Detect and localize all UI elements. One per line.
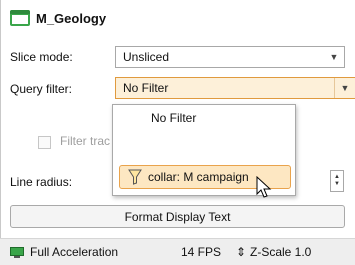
spin-up-icon[interactable]: ▲ [334, 174, 340, 181]
query-filter-label: Query filter: [10, 82, 73, 96]
slice-mode-select[interactable]: Unsliced ▼ [115, 46, 345, 68]
query-filter-select[interactable]: No Filter ▼ [115, 77, 355, 99]
title-row: M_Geology [10, 6, 106, 30]
line-radius-spinner[interactable]: ▲ ▼ [330, 170, 344, 192]
object-title: M_Geology [36, 10, 107, 26]
chevron-down-icon: ▼ [329, 52, 339, 62]
dropdown-option-no-filter[interactable]: No Filter [151, 111, 196, 125]
line-radius-label: Line radius: [10, 175, 73, 189]
z-scale-value[interactable]: Z-Scale 1.0 [250, 245, 311, 259]
green-folder-icon [10, 10, 30, 26]
filter-tracks-checkbox[interactable] [38, 136, 51, 149]
panel-border [0, 0, 1, 240]
query-filter-value: No Filter [123, 81, 169, 95]
mouse-pointer-icon [256, 176, 272, 198]
spin-down-icon[interactable]: ▼ [334, 181, 340, 188]
acceleration-status: Full Acceleration [30, 245, 119, 259]
monitor-icon [10, 246, 24, 258]
z-scale-icon[interactable]: ⇕ [236, 245, 246, 259]
format-display-text-button[interactable]: Format Display Text [10, 205, 345, 228]
status-bar: Full Acceleration 14 FPS ⇕ Z-Scale 1.0 [0, 238, 355, 265]
slice-mode-label: Slice mode: [10, 50, 73, 64]
chevron-down-icon: ▼ [334, 78, 355, 98]
properties-panel: M_Geology Slice mode: Unsliced ▼ Query f… [0, 0, 355, 240]
filter-tracks-label: Filter trac [60, 134, 111, 148]
fps-counter: 14 FPS [181, 245, 222, 259]
dropdown-option-label: collar: M campaign [148, 170, 249, 184]
funnel-icon [128, 169, 142, 185]
slice-mode-value: Unsliced [123, 50, 170, 64]
